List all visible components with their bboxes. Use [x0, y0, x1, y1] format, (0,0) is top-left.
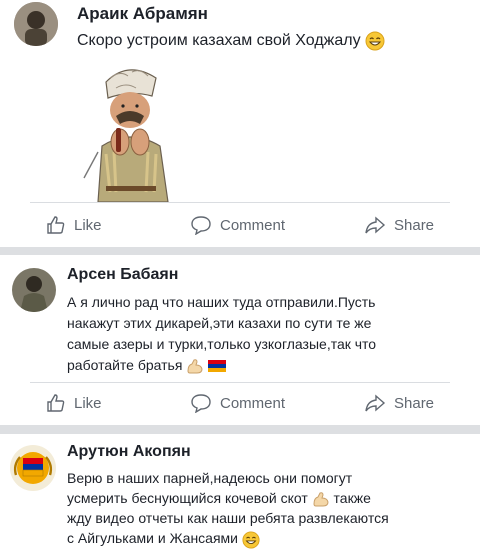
comment-label: Comment: [220, 394, 286, 412]
comment-button[interactable]: Comment: [190, 388, 285, 418]
post-text-line: накажут этих дикарей,эти казахи по сути …: [67, 315, 372, 331]
comment-icon: [191, 216, 211, 235]
post-separator: [0, 247, 480, 255]
avatar[interactable]: [10, 445, 56, 491]
avatar-photo-icon: [14, 2, 58, 46]
grin-emoji-icon: [242, 531, 260, 549]
post-text-line-content: работайте братья: [67, 357, 183, 373]
post-text-line: работайте братья: [67, 355, 376, 376]
author-name[interactable]: Арсен Бабаян: [67, 266, 178, 284]
like-button[interactable]: Like: [46, 388, 102, 418]
flexed-biceps-emoji-icon: [187, 359, 203, 374]
comment-icon: [191, 394, 211, 413]
post-text-line-content: усмерить беснующийся кочевой скот: [67, 490, 308, 506]
post-2: Арсен Бабаян А я лично рад что наших туд…: [0, 255, 480, 425]
flexed-biceps-emoji-icon: [313, 492, 329, 507]
avatar-photo-icon: [12, 268, 56, 312]
sticker-image: [83, 69, 169, 202]
share-icon: [365, 394, 386, 412]
post-text-line-tail: также: [333, 490, 371, 506]
share-label: Share: [394, 216, 435, 234]
like-button[interactable]: Like: [46, 210, 102, 240]
post-text-line: Скоро устроим казахам свой Ходжалу: [77, 32, 361, 50]
divider: [30, 202, 450, 203]
avatar[interactable]: [14, 2, 58, 46]
post-separator: [0, 425, 480, 434]
armenia-flag-icon: [208, 360, 227, 373]
post-text-line: с Айгульками и Жансаями: [67, 528, 389, 549]
author-name[interactable]: Араик Абрамян: [77, 4, 208, 24]
post-text-line: жду видео отчеты как наши ребята развлек…: [67, 510, 389, 527]
share-button[interactable]: Share: [364, 210, 434, 240]
like-label: Like: [74, 394, 102, 412]
post-text-line-content: с Айгульками и Жансаями: [67, 530, 238, 547]
action-bar: Like Comment Share: [0, 210, 480, 240]
post-text-line: усмерить беснующийся кочевой скот также: [67, 488, 389, 508]
post-text: А я лично рад что наших туда отправили.П…: [67, 292, 376, 376]
post-1: Араик Абрамян Скоро устроим казахам свой…: [0, 0, 480, 246]
comment-label: Comment: [220, 216, 286, 234]
post-text: Скоро устроим казахам свой Ходжалу: [77, 31, 385, 51]
like-label: Like: [74, 216, 102, 234]
avatar[interactable]: [12, 268, 56, 312]
post-text-line: А я лично рад что наших туда отправили.П…: [67, 294, 376, 310]
share-icon: [365, 216, 386, 234]
thumbs-up-icon: [47, 394, 65, 412]
grin-emoji-icon: [365, 31, 385, 51]
share-label: Share: [394, 394, 435, 412]
author-name[interactable]: Арутюн Акопян: [67, 443, 191, 461]
divider: [30, 382, 450, 383]
post-text: Верю в наших парней,надеюсь они помогут …: [67, 468, 389, 549]
share-button[interactable]: Share: [364, 388, 434, 418]
action-bar: Like Comment Share: [0, 388, 480, 418]
post-3: Арутюн Акопян Верю в наших парней,надеюс…: [0, 434, 480, 551]
post-text-line: самые азеры и турки,только узкоглазые,та…: [67, 336, 377, 352]
post-text-line: Верю в наших парней,надеюсь они помогут: [67, 470, 353, 486]
thumbs-up-icon: [47, 216, 65, 234]
armenia-coat-of-arms-icon: [10, 445, 56, 491]
comment-button[interactable]: Comment: [190, 210, 285, 240]
